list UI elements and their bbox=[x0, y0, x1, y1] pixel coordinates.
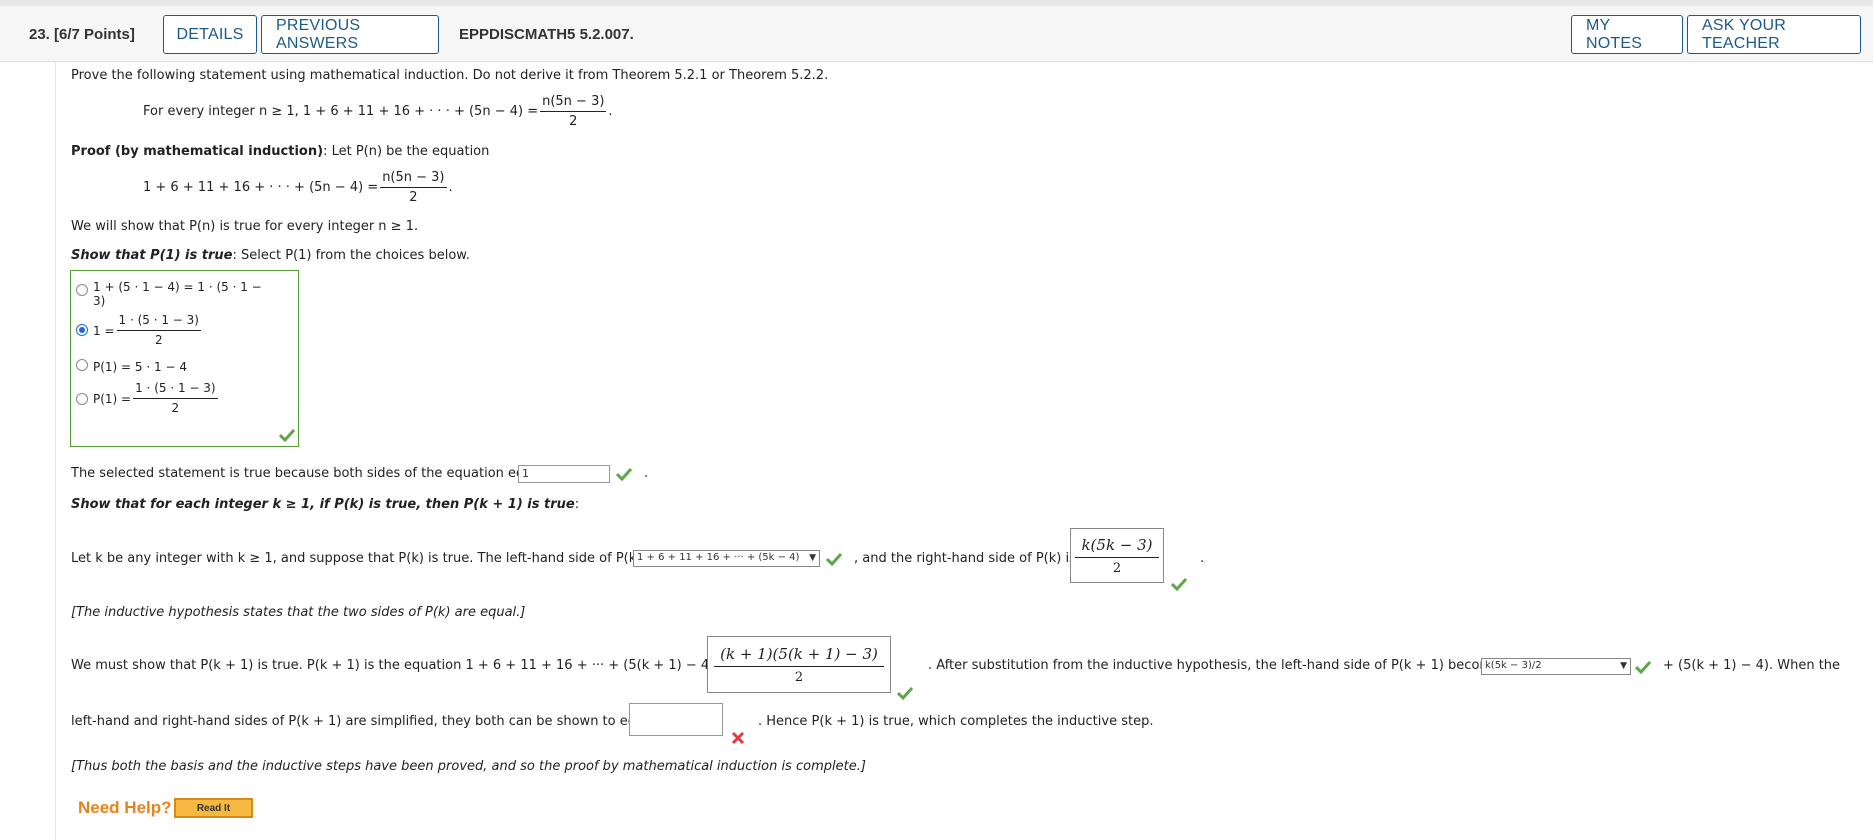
proof-heading: Proof (by mathematical induction): Let P… bbox=[71, 144, 490, 159]
basis-heading: Show that P(1) is true: Select P(1) from… bbox=[71, 248, 470, 263]
simplified-answer-input[interactable] bbox=[629, 703, 723, 736]
basis-correct-check-icon bbox=[616, 467, 632, 481]
plus-term-text: + (5(k + 1) − 4). When the bbox=[1663, 658, 1841, 673]
basis-answer-text: The selected statement is true because b… bbox=[71, 466, 545, 481]
inductive-heading: Show that for each integer k ≥ 1, if P(k… bbox=[71, 497, 580, 512]
incorrect-x-icon bbox=[731, 731, 745, 745]
basis-choices: 1 + (5 · 1 − 4) = 1 · (5 · 1 − 3) 1 = 1 … bbox=[70, 270, 299, 447]
question-header: 23. [6/7 Points] DETAILS PREVIOUS ANSWER… bbox=[0, 6, 1873, 62]
after-substitution-text: . After substitution from the inductive … bbox=[928, 658, 1507, 673]
question-id: EPPDISCMATH5 5.2.007. bbox=[459, 26, 634, 43]
basis-answer-input[interactable]: 1 bbox=[518, 465, 610, 483]
pk1-rhs-mathbox[interactable]: (k + 1)(5(k + 1) − 3) 2 bbox=[707, 636, 891, 693]
choice-4-radio[interactable] bbox=[76, 393, 88, 405]
simplified-text: left-hand and right-hand sides of P(k + … bbox=[71, 714, 656, 729]
choice-2: 1 = 1 · (5 · 1 − 3) 2 bbox=[93, 313, 201, 347]
basis-period: . bbox=[644, 466, 649, 481]
choice-1-line2: 3) bbox=[93, 294, 106, 308]
content-border bbox=[55, 62, 56, 840]
chevron-down-icon: ▼ bbox=[809, 553, 816, 563]
pk1-correct-check-icon bbox=[897, 686, 913, 700]
choice-4: P(1) = 1 · (5 · 1 − 3) 2 bbox=[93, 381, 218, 415]
lhs-correct-check-icon bbox=[826, 552, 842, 566]
question-number: 23. [6/7 Points] bbox=[29, 26, 135, 43]
lhs-pk-select[interactable]: 1 + 6 + 11 + 16 + ··· + (5k − 4) ▼ bbox=[633, 550, 820, 567]
previous-answers-button[interactable]: PREVIOUS ANSWERS bbox=[261, 15, 439, 54]
choice-2-radio[interactable] bbox=[76, 324, 88, 336]
problem-intro: Prove the following statement using math… bbox=[71, 68, 829, 83]
pn-equation: 1 + 6 + 11 + 16 + · · · + (5n − 4) = n(5… bbox=[143, 170, 453, 205]
chevron-down-icon: ▼ bbox=[1620, 661, 1627, 671]
choice-1-line1: 1 + (5 · 1 − 4) = 1 · (5 · 1 − bbox=[93, 280, 262, 294]
choice-1-radio[interactable] bbox=[76, 284, 88, 296]
choices-correct-check-icon bbox=[279, 428, 295, 442]
details-button[interactable]: DETAILS bbox=[163, 15, 257, 54]
substitution-correct-check-icon bbox=[1635, 660, 1651, 674]
must-show-text: We must show that P(k + 1) is true. P(k … bbox=[71, 658, 730, 673]
ask-your-teacher-button[interactable]: ASK YOUR TEACHER bbox=[1687, 15, 1861, 54]
choice-3: P(1) = 5 · 1 − 4 bbox=[93, 360, 187, 374]
rhs-pk-mathbox[interactable]: k(5k − 3) 2 bbox=[1070, 528, 1164, 583]
my-notes-button[interactable]: MY NOTES bbox=[1571, 15, 1683, 54]
need-help-label: Need Help? bbox=[78, 798, 172, 817]
will-show-text: We will show that P(n) is true for every… bbox=[71, 219, 419, 234]
inductive-hypothesis-note: [The inductive hypothesis states that th… bbox=[71, 605, 526, 620]
rhs-period: . bbox=[1200, 551, 1205, 566]
read-it-button[interactable]: Read It bbox=[174, 798, 253, 818]
statement: For every integer n ≥ 1, 1 + 6 + 11 + 16… bbox=[143, 94, 613, 129]
choice-3-radio[interactable] bbox=[76, 359, 88, 371]
statement-lhs: For every integer n ≥ 1, 1 + 6 + 11 + 16… bbox=[143, 104, 539, 119]
rhs-pk-text: , and the right-hand side of P(k) is bbox=[854, 551, 1076, 566]
pn-fraction: n(5n − 3) 2 bbox=[380, 170, 447, 205]
conclusion-note: [Thus both the basis and the inductive s… bbox=[71, 759, 866, 774]
statement-fraction: n(5n − 3) 2 bbox=[540, 94, 607, 129]
substitution-select[interactable]: k(5k − 3)/2 ▼ bbox=[1481, 658, 1631, 675]
let-k-text: Let k be any integer with k ≥ 1, and sup… bbox=[71, 551, 656, 566]
rhs-correct-check-icon bbox=[1171, 577, 1187, 591]
hence-text: . Hence P(k + 1) is true, which complete… bbox=[758, 714, 1154, 729]
